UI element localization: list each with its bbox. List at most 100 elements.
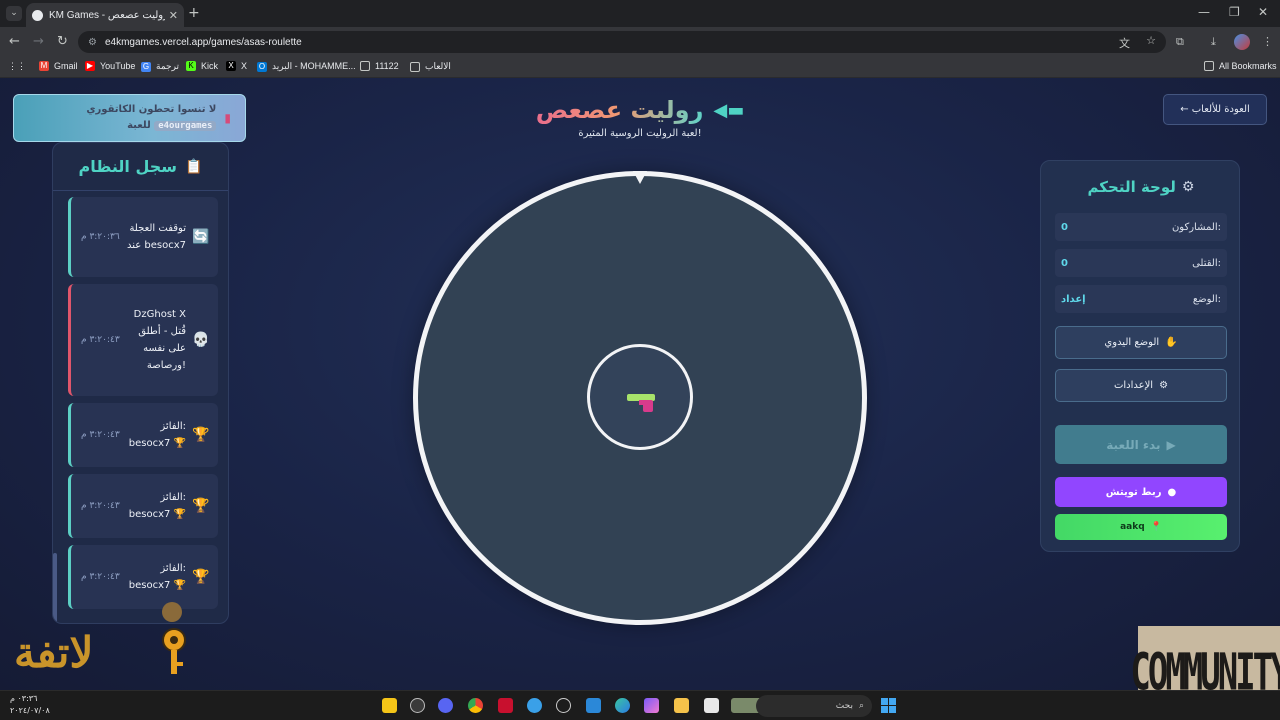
- banner-text: لا تنسوا تحطون الكاتقوري للعبة e4ourgame…: [86, 102, 217, 134]
- mcafee-icon[interactable]: [498, 698, 513, 713]
- stat-participants: 0 المشاركون:: [1055, 213, 1227, 241]
- back-to-games-button[interactable]: ← العودة للألعاب: [1163, 94, 1267, 125]
- store-icon[interactable]: [586, 698, 601, 713]
- bookmark-label: البريد - MOHAMME...: [272, 61, 356, 71]
- gear-icon: ⚙: [1159, 380, 1169, 391]
- bookmark-label: Gmail: [54, 61, 78, 71]
- log-list[interactable]: ٣:٢٠:٣٦ م توقفت العجلة عند besocx7 🔄 ٣:٢…: [53, 191, 228, 623]
- tab-close-icon[interactable]: ✕: [169, 9, 178, 22]
- manual-mode-button[interactable]: الوضع اليدوي ✋: [1055, 326, 1227, 359]
- log-header: سجل النظام 📋: [53, 143, 228, 191]
- bookmark-folder-games[interactable]: الالعاب: [410, 61, 451, 72]
- system-clock[interactable]: ٠٣:٣٦ م ٢٠٢٤/٠٧/٠٨: [10, 693, 50, 717]
- bookmark-star-icon[interactable]: ☆: [1146, 34, 1156, 47]
- bookmark-gmail[interactable]: M Gmail: [39, 61, 78, 71]
- x-icon: X: [226, 61, 236, 71]
- search-icon: ⌕: [858, 701, 864, 711]
- chrome-icon[interactable]: [468, 698, 483, 713]
- new-tab-plus-icon[interactable]: +: [188, 5, 200, 21]
- page-title: روليت عصعص ◀▬: [500, 96, 780, 124]
- discord-icon[interactable]: [438, 698, 453, 713]
- obs-icon[interactable]: [410, 698, 425, 713]
- tab-favicon-icon: [32, 9, 43, 21]
- wheel-pointer: [633, 171, 647, 184]
- pin-icon: 📍: [1150, 522, 1162, 532]
- log-time: ٣:٢٠:٤٣ م: [81, 430, 120, 440]
- bookmark-label: YouTube: [100, 61, 136, 71]
- browser-tab-active[interactable]: KM Games - روليت عصعص 🔫 ✕: [26, 3, 184, 27]
- search-placeholder: بحث: [835, 701, 853, 711]
- browser-toolbar: ← → ↻ ⚙ e4kmgames.vercel.app/games/asas-…: [0, 27, 1280, 57]
- title-text: روليت عصعص: [535, 96, 704, 124]
- app-icon[interactable]: [527, 698, 542, 713]
- control-title: لوحة التحكم: [1087, 178, 1176, 196]
- tab-title: KM Games - روليت عصعص 🔫: [49, 9, 165, 21]
- gear-icon: ⚙: [1181, 179, 1195, 195]
- bookmark-label: ترجمة: [156, 61, 180, 71]
- log-scrollbar[interactable]: [53, 553, 57, 623]
- url-text: e4kmgames.vercel.app/games/asas-roulette: [104, 36, 302, 48]
- reload-icon[interactable]: ↻: [57, 34, 68, 49]
- game-page: لا تنسوا تحطون الكاتقوري للعبة e4ourgame…: [0, 78, 1280, 690]
- log-entry: ٣:٢٠:٣٦ م توقفت العجلة عند besocx7 🔄: [68, 197, 218, 277]
- bookmark-label: X: [241, 61, 248, 71]
- taskbar-search[interactable]: بحث ⌕: [756, 695, 872, 717]
- download-icon[interactable]: ⤓: [1211, 35, 1216, 49]
- log-time: ٣:٢٠:٤٣ م: [81, 572, 120, 582]
- menu-kebab-icon[interactable]: ⋮: [1262, 35, 1273, 48]
- bookmark-youtube[interactable]: ▶ YouTube: [85, 61, 135, 71]
- folder-icon: [360, 61, 370, 71]
- sticky-notes-icon[interactable]: [382, 698, 397, 713]
- app-window-icon[interactable]: [704, 698, 719, 713]
- bookmark-label: Kick: [201, 61, 219, 71]
- translate-bookmark-icon: G: [141, 61, 151, 72]
- bookmark-translate[interactable]: G ترجمة: [141, 61, 179, 72]
- log-entry: ٣:٢٠:٤٣ م DzGhost X قُتل - أطلق على نفسه…: [68, 284, 218, 396]
- game-header: روليت عصعص ◀▬ لعبة الروليت الروسية المثي…: [500, 96, 780, 139]
- file-explorer-icon[interactable]: [674, 698, 689, 713]
- profile-avatar[interactable]: [1234, 34, 1250, 50]
- connect-twitch-button[interactable]: ربط تويتش ●: [1055, 477, 1227, 507]
- status-value: إعداد: [1061, 293, 1086, 305]
- settings-label: الإعدادات: [1113, 380, 1154, 391]
- windows-start-icon[interactable]: [881, 698, 896, 713]
- copilot-icon[interactable]: [644, 698, 659, 713]
- log-message: الفائز: besocx7 🏆: [128, 492, 186, 520]
- tab-search-button[interactable]: ⌄: [6, 6, 22, 21]
- apps-grid-icon[interactable]: ⋮⋮: [8, 61, 26, 72]
- site-info-icon[interactable]: ⚙: [88, 37, 97, 48]
- back-arrow-icon[interactable]: ←: [9, 34, 20, 49]
- clock-time: ٠٣:٣٦ م: [10, 694, 38, 703]
- trophy-icon: 🏆: [192, 498, 210, 514]
- address-bar[interactable]: ⚙ e4kmgames.vercel.app/games/asas-roulet…: [78, 31, 1166, 53]
- bookmark-outlook[interactable]: O البريد - MOHAMME...: [257, 61, 356, 72]
- bookmark-label: الالعاب: [425, 61, 451, 71]
- log-time: ٣:٢٠:٤٣ م: [81, 501, 120, 511]
- log-entry: ٣:٢٠:٤٣ م الفائز: besocx7 🏆 🏆: [68, 474, 218, 538]
- all-bookmarks[interactable]: All Bookmarks: [1204, 61, 1277, 71]
- log-entry: ٣:٢٠:٤٣ م الفائز: besocx7 🏆 🏆: [68, 545, 218, 609]
- close-window-icon[interactable]: ✕: [1258, 5, 1268, 19]
- folder-icon: [410, 61, 420, 72]
- refresh-icon: 🔄: [192, 229, 210, 245]
- clock-date: ٢٠٢٤/٠٧/٠٨: [10, 706, 50, 715]
- extensions-icon[interactable]: ⧉: [1176, 35, 1184, 49]
- log-time: ٣:٢٠:٣٦ م: [81, 232, 120, 242]
- forward-arrow-icon[interactable]: →: [33, 34, 44, 49]
- hp-icon[interactable]: [556, 698, 571, 713]
- bookmark-x[interactable]: X X: [226, 61, 247, 71]
- translate-icon[interactable]: 文: [1119, 35, 1130, 51]
- kick-channel-button[interactable]: aakq 📍: [1055, 514, 1227, 540]
- key-mascot-icon: [162, 602, 186, 674]
- log-message: الفائز: besocx7 🏆: [128, 421, 186, 449]
- maximize-icon[interactable]: ❐: [1229, 5, 1240, 19]
- edge-icon[interactable]: [615, 698, 630, 713]
- minimize-icon[interactable]: —: [1198, 5, 1210, 19]
- bookmark-folder-11122[interactable]: 11122: [360, 61, 399, 71]
- settings-button[interactable]: الإعدادات ⚙: [1055, 369, 1227, 402]
- folder-icon: [1204, 61, 1214, 71]
- bookmark-kick[interactable]: K Kick: [186, 61, 218, 71]
- category-reminder-banner: لا تنسوا تحطون الكاتقوري للعبة e4ourgame…: [13, 94, 246, 142]
- start-game-button[interactable]: بدء اللعبة ▶: [1055, 425, 1227, 464]
- trophy-icon: 🏆: [192, 569, 210, 585]
